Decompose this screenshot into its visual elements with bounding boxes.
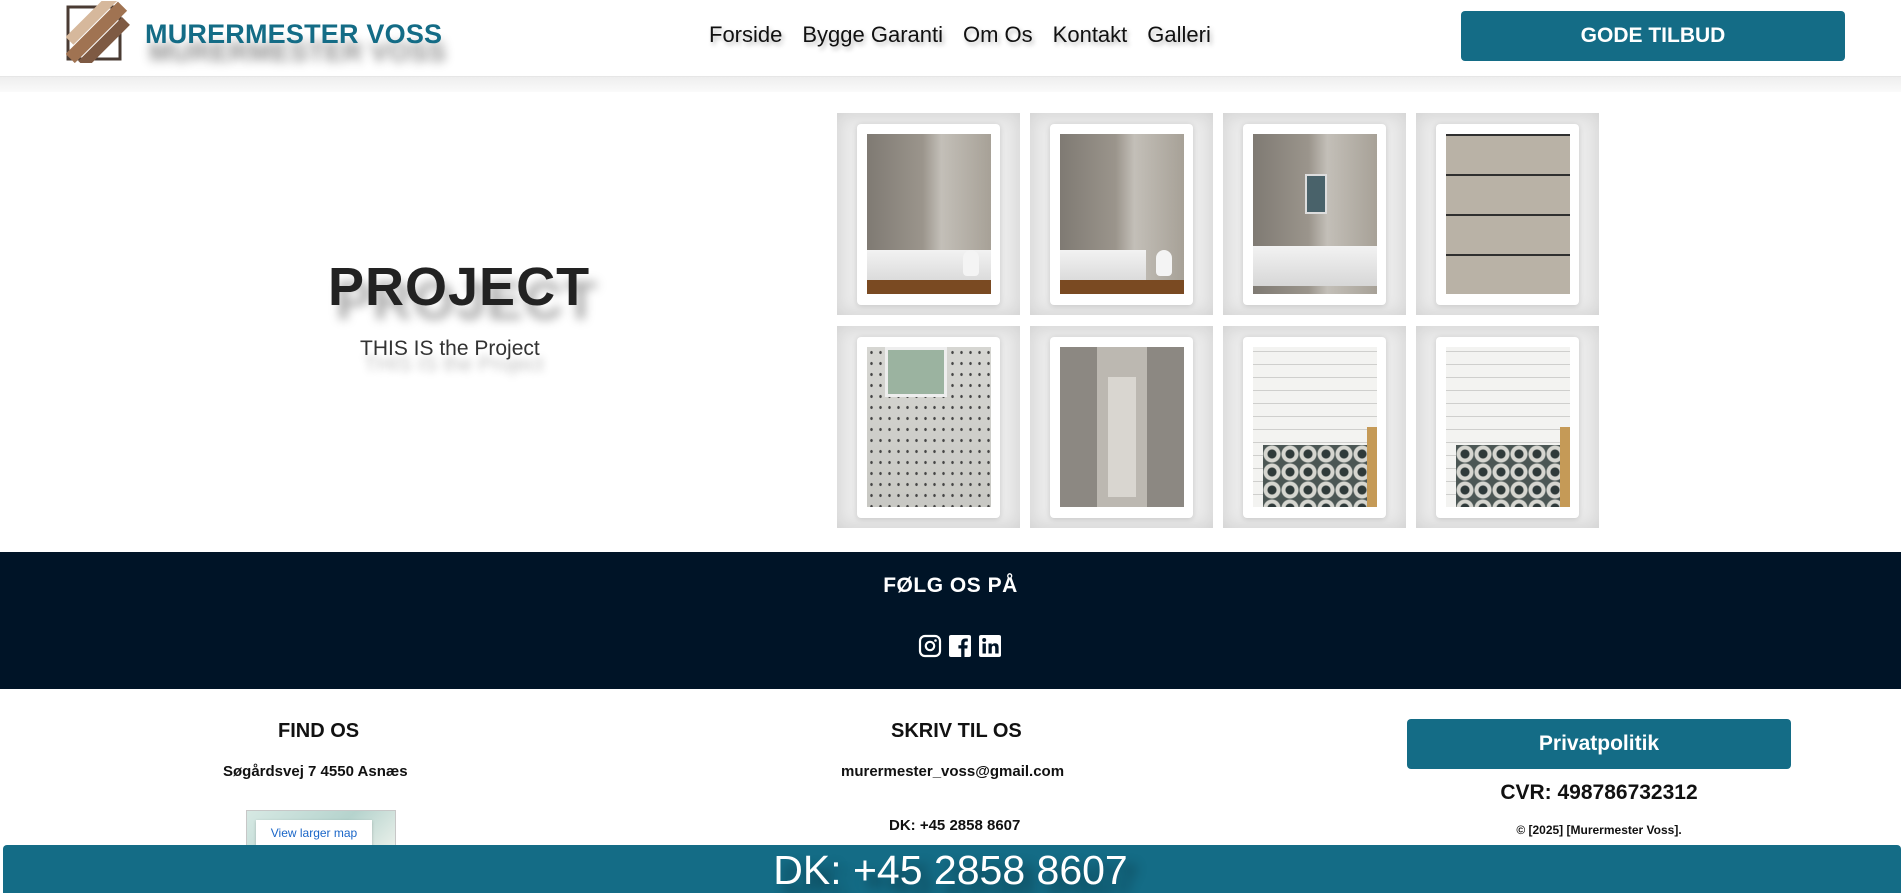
main-nav: Forside Bygge Garanti Om Os Kontakt Gall… <box>709 22 1211 48</box>
social-icons <box>918 634 1002 658</box>
gallery-tile[interactable] <box>837 113 1020 315</box>
project-title: PROJECT <box>328 257 591 317</box>
gallery-tile[interactable] <box>1030 113 1213 315</box>
photo-frame <box>1050 123 1193 305</box>
privacy-policy-button[interactable]: Privatpolitik <box>1407 719 1791 769</box>
instagram-icon[interactable] <box>918 634 942 658</box>
gallery-tile[interactable] <box>1416 326 1599 528</box>
site-header: MURERMESTER VOSS Forside Bygge Garanti O… <box>0 0 1901 77</box>
gode-tilbud-button[interactable]: GODE TILBUD <box>1461 11 1845 61</box>
brand-name[interactable]: MURERMESTER VOSS <box>145 19 442 50</box>
gallery-tile[interactable] <box>1416 113 1599 315</box>
phone-text[interactable]: DK: +45 2858 8607 <box>889 817 1020 834</box>
gallery-photo[interactable] <box>866 134 991 294</box>
facebook-icon[interactable] <box>948 634 972 658</box>
email-link[interactable]: murermester_voss@gmail.com <box>841 763 1064 780</box>
copyright-text: © [2025] [Murermester Voss]. <box>1516 823 1682 837</box>
gallery-photo[interactable] <box>1252 134 1377 294</box>
gallery-photo[interactable] <box>866 347 991 507</box>
nav-forside[interactable]: Forside <box>709 22 782 48</box>
phone-bar-text[interactable]: DK: +45 2858 8607 <box>0 847 1901 893</box>
photo-frame <box>857 123 1000 305</box>
cvr-number: CVR: 498786732312 <box>1500 781 1698 804</box>
gallery-photo[interactable] <box>1445 134 1570 294</box>
social-band <box>0 552 1901 689</box>
nav-om-os[interactable]: Om Os <box>963 22 1033 48</box>
photo-frame <box>1436 336 1579 518</box>
header-divider <box>0 77 1901 92</box>
gallery-photo[interactable] <box>1059 347 1184 507</box>
photo-frame <box>1243 123 1386 305</box>
gallery-tile[interactable] <box>1223 113 1406 315</box>
view-larger-map-link[interactable]: View larger map <box>256 820 372 846</box>
logo-icon[interactable] <box>66 1 130 63</box>
find-us-title: FIND OS <box>278 720 360 742</box>
nav-bygge-garanti[interactable]: Bygge Garanti <box>802 22 943 48</box>
gallery-tile[interactable] <box>837 326 1020 528</box>
follow-us-title: FØLG OS PÅ <box>883 574 1018 597</box>
gallery-tile[interactable] <box>1030 326 1213 528</box>
project-gallery <box>837 113 1599 528</box>
gallery-photo[interactable] <box>1445 347 1570 507</box>
nav-kontakt[interactable]: Kontakt <box>1053 22 1128 48</box>
nav-galleri[interactable]: Galleri <box>1147 22 1211 48</box>
project-subtitle: THIS IS the Project <box>360 337 540 360</box>
gallery-tile[interactable] <box>1223 326 1406 528</box>
photo-frame <box>857 336 1000 518</box>
address-text: Søgårdsvej 7 4550 Asnæs <box>223 763 408 780</box>
write-us-title: SKRIV TIL OS <box>891 720 1022 742</box>
photo-frame <box>1436 123 1579 305</box>
photo-frame <box>1050 336 1193 518</box>
gallery-photo[interactable] <box>1252 347 1377 507</box>
page: MURERMESTER VOSS Forside Bygge Garanti O… <box>0 0 1901 893</box>
photo-frame <box>1243 336 1386 518</box>
linkedin-icon[interactable] <box>978 634 1002 658</box>
gallery-photo[interactable] <box>1059 134 1184 294</box>
